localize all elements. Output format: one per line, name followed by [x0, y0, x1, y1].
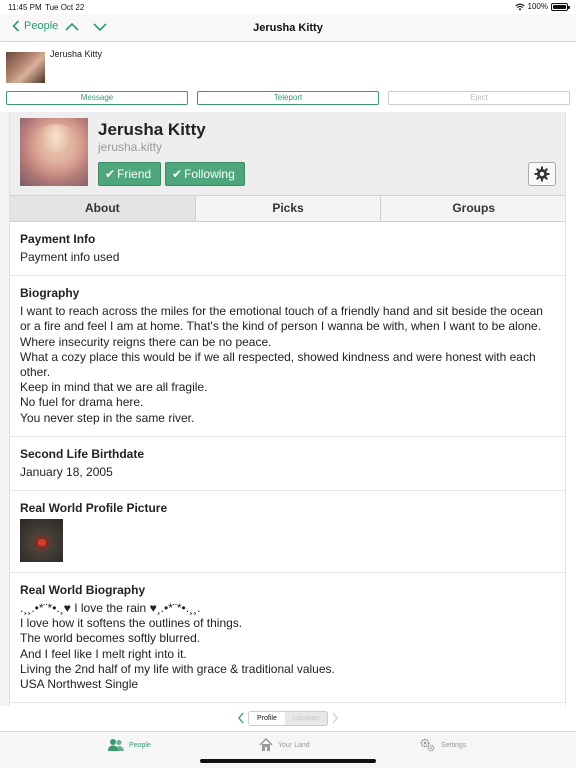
tab-settings[interactable]: Settings [420, 738, 466, 752]
home-indicator[interactable] [200, 759, 376, 763]
tab-settings-label: Settings [441, 741, 467, 749]
section-title: Second Life Birthdate [20, 446, 145, 461]
view-segmented-control: Profile Location [237, 710, 339, 726]
teleport-button[interactable]: Teleport [197, 91, 379, 105]
payment-value: Payment info used [20, 250, 120, 264]
rw-biography-line: I love how it softens the outlines of th… [20, 616, 243, 631]
rw-biography-line: Living the 2nd half of my life with grac… [20, 661, 335, 676]
chat-header: Jerusha Kitty [0, 42, 576, 90]
mini-avatar[interactable] [6, 52, 45, 83]
biography-line: Keep in mind that we are all fragile. [20, 380, 208, 395]
people-icon [108, 739, 124, 751]
following-button[interactable]: ✔ Following [165, 162, 245, 186]
message-button[interactable]: Message [6, 91, 188, 105]
rw-profile-picture[interactable] [20, 519, 63, 563]
status-date: Tue Oct 22 [45, 3, 85, 12]
profile-header: Jerusha Kitty jerusha.kitty ✔ Friend ✔ Fol… [10, 112, 565, 195]
biography-line: I want to reach across the miles for the… [20, 304, 543, 334]
gear-icon [534, 166, 550, 182]
profile-avatar[interactable] [20, 118, 88, 186]
tab-groups[interactable]: Groups [381, 196, 565, 221]
chat-name: Jerusha Kitty [50, 49, 103, 59]
battery-icon [551, 2, 570, 11]
about-sections: Payment Info Payment info used Biography… [10, 222, 565, 704]
friend-label: Friend [117, 167, 152, 181]
eject-button[interactable]: Eject [388, 91, 570, 105]
rw-picture-section: Real World Profile Picture [10, 491, 565, 574]
status-right: 100% [514, 2, 570, 11]
biography-line: Where insecurity reigns there can be no … [20, 334, 272, 349]
profile-display-name: Jerusha Kitty [98, 120, 206, 139]
nav-bar: People Jerusha Kitty [0, 14, 576, 42]
tab-about[interactable]: About [10, 196, 196, 221]
tab-your-land[interactable]: Your Land [259, 738, 310, 752]
rw-biography-line: USA Northwest Single [20, 677, 139, 692]
wifi-icon [514, 3, 525, 10]
biography-section: Biography I want to reach across the mil… [10, 276, 565, 437]
rw-biography-section: Real World Biography .¸¸.•*¨*•.¸♥ I love… [10, 573, 565, 704]
status-bar: 11:45 PM Tue Oct 22 100% [0, 0, 576, 14]
house-icon [259, 738, 273, 751]
rw-biography-line: The world becomes softly blurred. [20, 631, 201, 646]
payment-section: Payment Info Payment info used [10, 222, 565, 277]
left-rail [0, 112, 10, 706]
profile-username: jerusha.kitty [98, 140, 163, 154]
birthdate-value: January 18, 2005 [20, 464, 113, 479]
page-title: Jerusha Kitty [253, 22, 323, 34]
checkmark-icon: ✔ [105, 167, 116, 181]
biography-line: What a cozy place this would be if we al… [20, 349, 536, 380]
section-title: Real World Profile Picture [20, 501, 168, 516]
status-time: 11:45 PM [8, 3, 42, 12]
checkmark-icon: ✔ [172, 167, 183, 181]
profile-card: Jerusha Kitty jerusha.kitty ✔ Friend ✔ Fol… [10, 112, 566, 706]
segment-group: Profile Location [248, 710, 329, 726]
section-title: Payment Info [20, 232, 96, 246]
profile-tabs: About Picks Groups [10, 195, 565, 222]
settings-gear-button[interactable] [528, 162, 556, 186]
birthdate-section: Second Life Birthdate January 18, 2005 [10, 437, 565, 492]
gears-icon [420, 738, 435, 752]
tab-picks[interactable]: Picks [195, 196, 382, 221]
friend-button[interactable]: ✔ Friend [98, 162, 161, 186]
biography-line: You never step in the same river. [20, 410, 195, 425]
battery-percent: 100% [527, 2, 548, 11]
section-title: Biography [20, 286, 80, 301]
chevron-left-icon[interactable] [237, 712, 245, 724]
tab-your-land-label: Your Land [278, 741, 310, 749]
rw-biography-line: .¸¸.•*¨*•.¸♥ I love the rain ♥¸.•*¨*•.¸¸… [20, 601, 201, 616]
rw-biography-line: And I feel like I melt right into it. [20, 646, 187, 661]
chevron-right-icon[interactable] [331, 712, 339, 724]
segment-location[interactable]: Location [285, 712, 327, 725]
following-label: Following [184, 167, 235, 181]
segment-profile[interactable]: Profile [249, 711, 285, 725]
section-title: Real World Biography [20, 583, 146, 598]
tab-people[interactable]: People [108, 738, 151, 752]
action-row: Message Teleport Eject [0, 91, 576, 105]
biography-line: No fuel for drama here. [20, 395, 144, 410]
tab-people-label: People [129, 741, 151, 749]
